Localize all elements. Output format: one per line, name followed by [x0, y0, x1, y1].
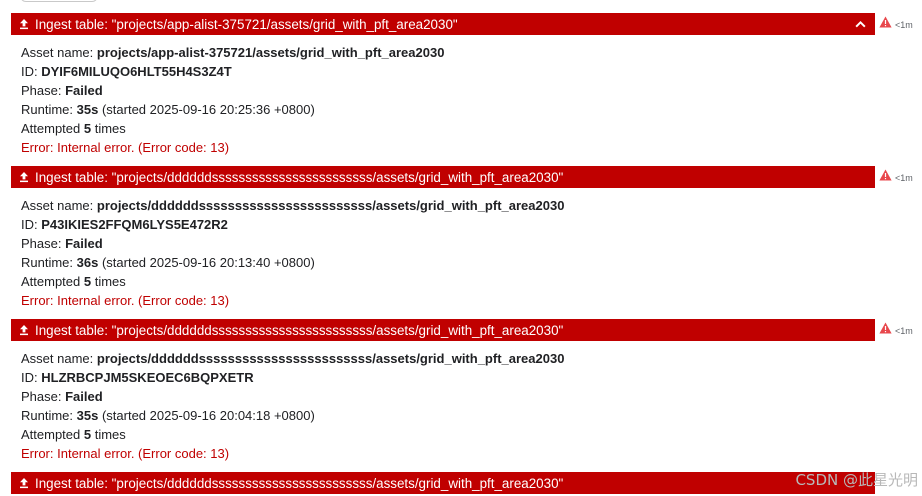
upload-icon — [13, 472, 35, 494]
phase-row: Phase: Failed — [21, 83, 103, 98]
asset-name-row: Asset name: projects/app-alist-375721/as… — [21, 45, 445, 60]
task-header[interactable]: Ingest table: "projects/app-alist-375721… — [11, 13, 875, 35]
attempted-row: Attempted 5 times — [21, 274, 126, 289]
warning-icon — [879, 16, 892, 28]
runtime-started: (started 2025-09-16 20:13:40 +0800) — [98, 255, 315, 270]
status-time: <1m — [895, 20, 913, 30]
id-row: ID: DYIF6MILUQO6HLT55H4S3Z4T — [21, 64, 232, 79]
runtime-value: 35s — [76, 408, 99, 423]
runtime-started: (started 2025-09-16 20:25:36 +0800) — [98, 102, 315, 117]
task-item: Ingest table: "projects/ddddddssssssssss… — [11, 319, 922, 463]
phase-value: Failed — [65, 83, 103, 98]
asset-name-value: projects/ddddddssssssssssssssssssssssss/… — [96, 198, 565, 213]
asset-name-value: projects/app-alist-375721/assets/grid_wi… — [96, 45, 445, 60]
runtime-row: Runtime: 35s (started 2025-09-16 20:25:3… — [21, 102, 315, 117]
error-message: Error: Internal error. (Error code: 13) — [21, 293, 230, 308]
asset-name-row: Asset name: projects/ddddddsssssssssssss… — [21, 351, 565, 366]
id-value: P43IKIES2FFQM6LYS5E472R2 — [41, 217, 228, 232]
status-time: <1m — [895, 173, 913, 183]
asset-name-value: projects/ddddddssssssssssssssssssssssss/… — [96, 351, 565, 366]
runtime-row: Runtime: 36s (started 2025-09-16 20:13:4… — [21, 255, 315, 270]
upload-icon — [13, 166, 35, 188]
watermark: CSDN @此星光明 — [795, 471, 918, 489]
task-title: Ingest table: "projects/ddddddssssssssss… — [35, 169, 564, 185]
task-header[interactable]: Ingest table: "projects/ddddddssssssssss… — [11, 166, 875, 188]
error-message: Error: Internal error. (Error code: 13) — [21, 140, 230, 155]
runtime-value: 36s — [76, 255, 99, 270]
asset-name-row: Asset name: projects/ddddddsssssssssssss… — [21, 198, 565, 213]
runtime-row: Runtime: 35s (started 2025-09-16 20:04:1… — [21, 408, 315, 423]
task-item: Ingest table: "projects/ddddddssssssssss… — [11, 472, 922, 494]
task-title: Ingest table: "projects/ddddddssssssssss… — [35, 475, 564, 491]
task-item: Ingest table: "projects/app-alist-375721… — [11, 13, 922, 157]
attempted-row: Attempted 5 times — [21, 427, 126, 442]
task-status: <1m — [879, 16, 913, 30]
id-value: HLZRBCPJM5SKEOEC6BQPXETR — [41, 370, 254, 385]
top-button-partial[interactable] — [20, 0, 98, 2]
runtime-started: (started 2025-09-16 20:04:18 +0800) — [98, 408, 315, 423]
upload-icon — [13, 13, 35, 35]
phase-row: Phase: Failed — [21, 389, 103, 404]
status-time: <1m — [895, 326, 913, 336]
error-message: Error: Internal error. (Error code: 13) — [21, 446, 230, 461]
warning-icon — [879, 169, 892, 181]
task-item: Ingest table: "projects/ddddddssssssssss… — [11, 166, 922, 310]
id-row: ID: P43IKIES2FFQM6LYS5E472R2 — [21, 217, 228, 232]
task-details: Asset name: projects/app-alist-375721/as… — [11, 35, 922, 157]
task-title: Ingest table: "projects/ddddddssssssssss… — [35, 322, 564, 338]
task-status: <1m — [879, 169, 913, 183]
chevron-up-icon[interactable] — [849, 13, 871, 35]
task-header[interactable]: Ingest table: "projects/ddddddssssssssss… — [11, 472, 875, 494]
warning-icon — [879, 322, 892, 334]
task-status: <1m — [879, 322, 913, 336]
id-value: DYIF6MILUQO6HLT55H4S3Z4T — [41, 64, 232, 79]
attempted-row: Attempted 5 times — [21, 121, 126, 136]
task-title: Ingest table: "projects/app-alist-375721… — [35, 16, 458, 32]
phase-row: Phase: Failed — [21, 236, 103, 251]
upload-icon — [13, 319, 35, 341]
id-row: ID: HLZRBCPJM5SKEOEC6BQPXETR — [21, 370, 254, 385]
task-header[interactable]: Ingest table: "projects/ddddddssssssssss… — [11, 319, 875, 341]
phase-value: Failed — [65, 236, 103, 251]
task-details: Asset name: projects/ddddddsssssssssssss… — [11, 341, 922, 463]
task-details: Asset name: projects/ddddddsssssssssssss… — [11, 188, 922, 310]
phase-value: Failed — [65, 389, 103, 404]
runtime-value: 35s — [76, 102, 99, 117]
